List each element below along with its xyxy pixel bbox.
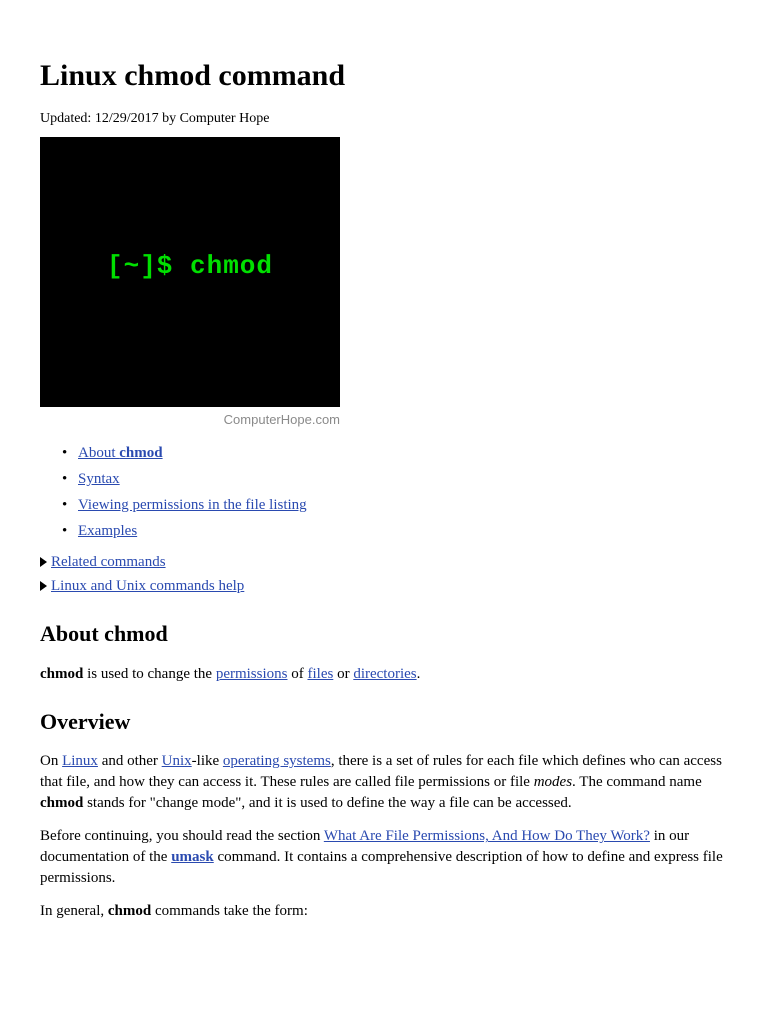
triangle-right-icon	[40, 581, 47, 591]
overview-paragraph-2: Before continuing, you should read the s…	[40, 826, 728, 889]
table-of-contents: About chmod Syntax Viewing permissions i…	[54, 443, 728, 542]
meta-updated: Updated: 12/29/2017 by Computer Hope	[40, 109, 728, 129]
page-title: Linux chmod command	[40, 55, 728, 97]
text: On	[40, 753, 62, 769]
text: commands take the form:	[151, 903, 308, 919]
text-bold: chmod	[40, 795, 83, 811]
overview-paragraph-1: On Linux and other Unix-like operating s…	[40, 751, 728, 814]
text: .	[417, 666, 421, 682]
text: or	[333, 666, 353, 682]
overview-paragraph-3: In general, chmod commands take the form…	[40, 901, 728, 922]
toc-link-about[interactable]: About chmod	[78, 445, 163, 461]
directories-link[interactable]: directories	[353, 666, 416, 682]
list-item: Examples	[78, 521, 728, 542]
list-item: About chmod	[78, 443, 728, 464]
text: and other	[98, 753, 162, 769]
related-links: Related commands Linux and Unix commands…	[40, 552, 728, 597]
text: of	[287, 666, 307, 682]
files-link[interactable]: files	[307, 666, 333, 682]
text-italic: modes	[534, 774, 572, 790]
about-heading: About chmod	[40, 619, 728, 650]
triangle-right-icon	[40, 557, 47, 567]
about-paragraph: chmod is used to change the permissions …	[40, 664, 728, 685]
permissions-link[interactable]: permissions	[216, 666, 288, 682]
text: In general,	[40, 903, 108, 919]
list-item: Syntax	[78, 469, 728, 490]
toc-text: About	[78, 445, 119, 461]
overview-heading: Overview	[40, 707, 728, 738]
toc-link-examples[interactable]: Examples	[78, 523, 137, 539]
unix-link[interactable]: Unix	[162, 753, 192, 769]
related-commands-link[interactable]: Related commands	[51, 554, 166, 570]
linux-unix-help-link[interactable]: Linux and Unix commands help	[51, 578, 244, 594]
toc-link-viewing[interactable]: Viewing permissions in the file listing	[78, 497, 307, 513]
terminal-graphic: [~]$ chmod	[40, 137, 340, 407]
toc-text-bold: chmod	[119, 445, 162, 461]
related-item: Related commands	[40, 552, 728, 573]
related-item: Linux and Unix commands help	[40, 576, 728, 597]
image-caption: ComputerHope.com	[40, 407, 342, 429]
text: . The command name	[572, 774, 702, 790]
text-bold: chmod	[40, 666, 83, 682]
what-are-permissions-link[interactable]: What Are File Permissions, And How Do Th…	[324, 828, 650, 844]
text-bold: chmod	[108, 903, 151, 919]
terminal-prompt-text: [~]$ chmod	[107, 248, 273, 284]
text: Before continuing, you should read the s…	[40, 828, 324, 844]
list-item: Viewing permissions in the file listing	[78, 495, 728, 516]
umask-link[interactable]: umask	[171, 849, 214, 865]
text: stands for "change mode", and it is used…	[83, 795, 571, 811]
text: is used to change the	[83, 666, 215, 682]
toc-link-syntax[interactable]: Syntax	[78, 471, 120, 487]
text: -like	[192, 753, 223, 769]
operating-systems-link[interactable]: operating systems	[223, 753, 331, 769]
linux-link[interactable]: Linux	[62, 753, 98, 769]
